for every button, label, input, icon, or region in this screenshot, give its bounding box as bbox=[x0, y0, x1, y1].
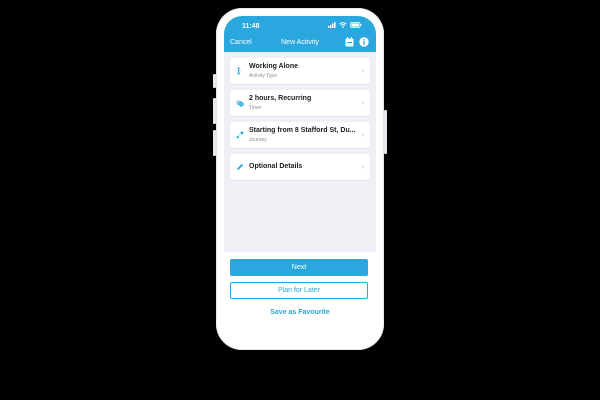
save-as-favourite-link[interactable]: Save as Favourite bbox=[224, 309, 376, 316]
timer-icon bbox=[236, 100, 244, 107]
route-icon bbox=[236, 131, 244, 139]
status-time: 11:48 bbox=[242, 23, 260, 30]
calendar-icon[interactable] bbox=[345, 37, 354, 47]
signal-icon bbox=[328, 22, 336, 28]
activity-type-subtitle: Activity Type bbox=[249, 73, 277, 79]
activity-type-title: Working Alone bbox=[249, 63, 298, 70]
volume-down-button bbox=[213, 130, 216, 156]
plan-for-later-button[interactable]: Plan for Later bbox=[230, 282, 368, 299]
chevron-right-icon: › bbox=[361, 130, 364, 139]
activity-type-row[interactable]: Working Alone Activity Type › bbox=[230, 58, 370, 84]
wifi-icon bbox=[339, 22, 347, 28]
chevron-right-icon: › bbox=[361, 162, 364, 171]
app-header: 11:48 Cancel New Activity bbox=[224, 16, 376, 52]
status-icons bbox=[328, 22, 362, 28]
power-button bbox=[384, 110, 387, 154]
journey-row[interactable]: Starting from 8 Stafford St, Du... Journ… bbox=[230, 122, 370, 148]
activity-list: Working Alone Activity Type › 2 hours, R… bbox=[224, 52, 376, 252]
volume-up-button bbox=[213, 98, 216, 124]
optional-details-title: Optional Details bbox=[249, 163, 303, 170]
chevron-right-icon: › bbox=[361, 98, 364, 107]
mute-switch bbox=[213, 74, 216, 88]
chevron-right-icon: › bbox=[361, 66, 364, 75]
action-footer: Next Plan for Later Save as Favourite bbox=[224, 252, 376, 342]
optional-details-row[interactable]: Optional Details › bbox=[230, 154, 370, 180]
info-icon[interactable] bbox=[359, 37, 369, 47]
pencil-icon bbox=[237, 163, 244, 170]
next-button[interactable]: Next bbox=[230, 259, 368, 276]
journey-title: Starting from 8 Stafford St, Du... bbox=[249, 127, 356, 134]
phone-screen: 11:48 Cancel New Activity Working Alone … bbox=[224, 16, 376, 342]
timer-title: 2 hours, Recurring bbox=[249, 95, 312, 102]
person-walking-icon bbox=[237, 67, 241, 75]
journey-subtitle: Journey bbox=[249, 137, 267, 143]
timer-subtitle: Timer bbox=[249, 105, 262, 111]
battery-icon bbox=[350, 22, 362, 28]
timer-row[interactable]: 2 hours, Recurring Timer › bbox=[230, 90, 370, 116]
